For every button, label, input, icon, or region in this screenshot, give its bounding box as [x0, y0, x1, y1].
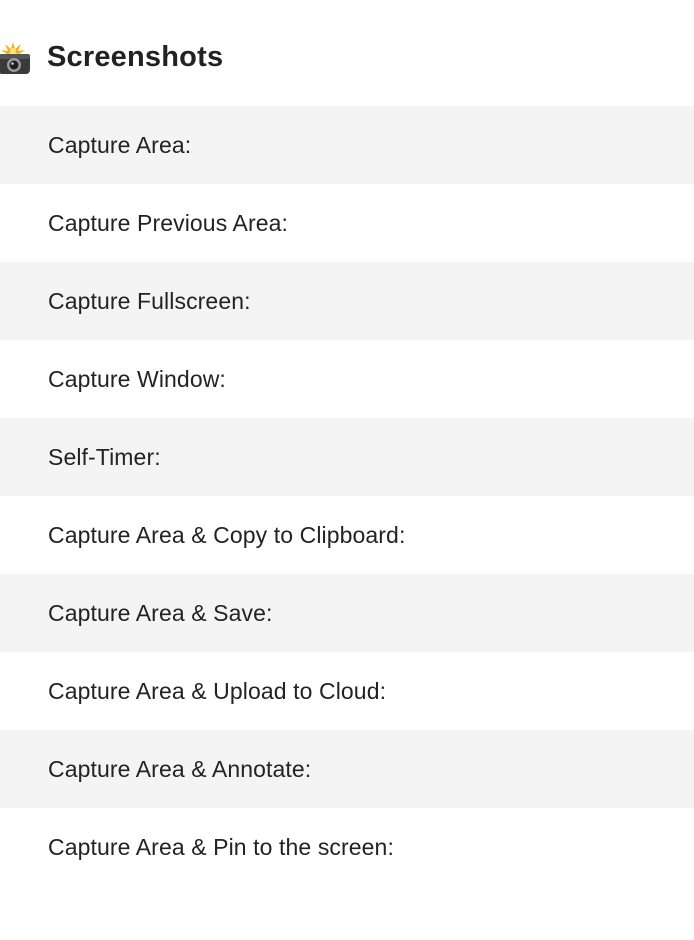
- shortcut-row-capture-area[interactable]: Capture Area:: [0, 106, 694, 184]
- shortcut-label: Capture Area:: [48, 131, 192, 158]
- shortcut-label: Capture Window:: [48, 365, 226, 392]
- shortcut-label: Capture Area & Copy to Clipboard:: [48, 521, 406, 548]
- shortcut-row-capture-upload-cloud[interactable]: Capture Area & Upload to Cloud:: [0, 652, 694, 730]
- section-title: Screenshots: [47, 41, 224, 73]
- shortcut-label: Self-Timer:: [48, 443, 161, 470]
- shortcut-row-capture-pin[interactable]: Capture Area & Pin to the screen:: [0, 808, 694, 886]
- shortcut-list: Capture Area: Capture Previous Area: Cap…: [0, 106, 694, 886]
- shortcut-row-capture-fullscreen[interactable]: Capture Fullscreen:: [0, 262, 694, 340]
- shortcut-label: Capture Previous Area:: [48, 209, 288, 236]
- shortcut-row-capture-save[interactable]: Capture Area & Save:: [0, 574, 694, 652]
- screenshots-settings-panel: Screenshots Capture Area: Capture Previo…: [0, 0, 694, 940]
- shortcut-row-capture-copy-clipboard[interactable]: Capture Area & Copy to Clipboard:: [0, 496, 694, 574]
- shortcut-label: Capture Area & Save:: [48, 599, 273, 626]
- camera-flash-icon: [0, 42, 32, 76]
- shortcut-label: Capture Area & Pin to the screen:: [48, 833, 394, 860]
- section-header: Screenshots: [0, 32, 694, 88]
- shortcut-row-capture-window[interactable]: Capture Window:: [0, 340, 694, 418]
- shortcut-row-self-timer[interactable]: Self-Timer:: [0, 418, 694, 496]
- shortcut-label: Capture Area & Annotate:: [48, 755, 312, 782]
- shortcut-row-capture-previous-area[interactable]: Capture Previous Area:: [0, 184, 694, 262]
- shortcut-label: Capture Fullscreen:: [48, 287, 251, 314]
- shortcut-row-capture-annotate[interactable]: Capture Area & Annotate:: [0, 730, 694, 808]
- shortcut-label: Capture Area & Upload to Cloud:: [48, 677, 387, 704]
